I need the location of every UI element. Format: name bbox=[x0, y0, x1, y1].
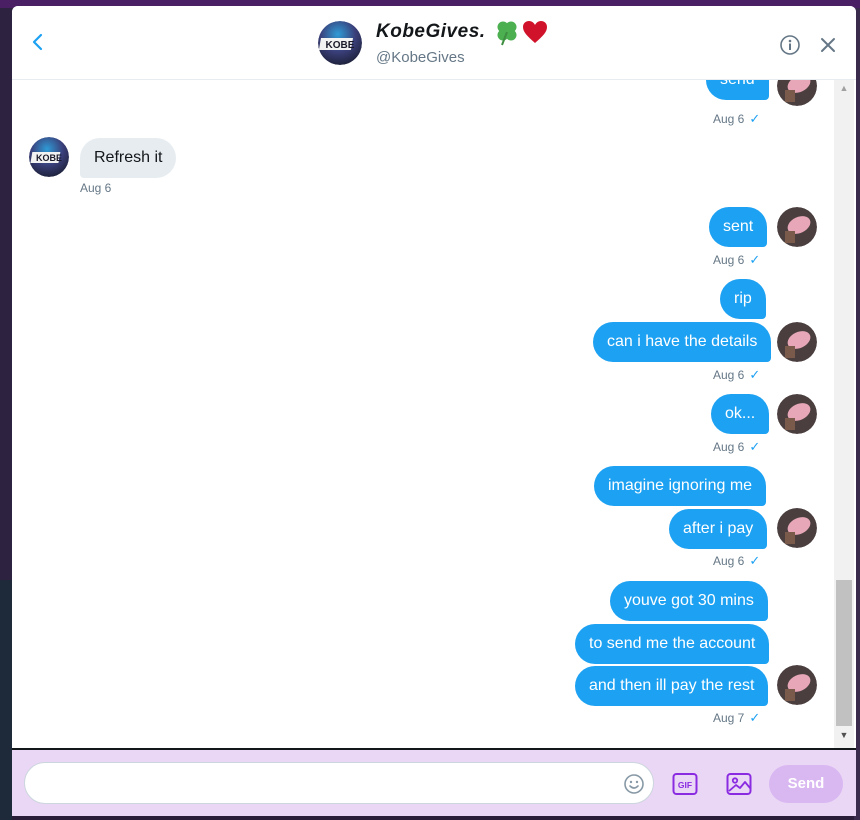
message-bubble-incoming[interactable]: Refresh it bbox=[80, 138, 177, 178]
message-timestamp: Aug 6 bbox=[80, 181, 112, 195]
gif-icon[interactable]: GIF bbox=[672, 772, 698, 796]
message-bubble-outgoing[interactable]: to send me the account bbox=[575, 624, 770, 664]
svg-text:KOBE: KOBE bbox=[326, 40, 355, 51]
avatar[interactable] bbox=[777, 508, 817, 548]
avatar[interactable] bbox=[777, 665, 817, 705]
message-bubble-outgoing[interactable]: send bbox=[706, 80, 769, 100]
image-icon[interactable] bbox=[726, 772, 752, 796]
conversation-title: KobeGives. bbox=[376, 21, 486, 42]
close-icon[interactable] bbox=[818, 35, 838, 55]
message-input-container[interactable] bbox=[24, 762, 654, 804]
backdrop-left-lower bbox=[0, 580, 12, 820]
red-heart-icon bbox=[521, 18, 549, 46]
avatar[interactable] bbox=[777, 322, 817, 362]
message-bubble-outgoing[interactable]: after i pay bbox=[669, 509, 768, 549]
message-bubble-outgoing[interactable]: and then ill pay the rest bbox=[575, 666, 769, 706]
message-thread: send Aug 6✓ KOBE Refresh it Aug 6 sent A… bbox=[12, 80, 832, 748]
message-input[interactable] bbox=[41, 773, 611, 795]
message-bubble-outgoing[interactable]: ok... bbox=[711, 394, 770, 434]
message-timestamp: Aug 6 ✓ bbox=[713, 553, 761, 568]
conversation-header: KOBE KobeGives. @KobeGives bbox=[12, 6, 856, 80]
message-timestamp: Aug 6 ✓ bbox=[713, 439, 761, 454]
message-timestamp: Aug 6 ✓ bbox=[713, 111, 761, 126]
message-bubble-outgoing[interactable]: can i have the details bbox=[593, 322, 772, 362]
message-bubble-outgoing[interactable]: imagine ignoring me bbox=[594, 466, 767, 506]
avatar[interactable] bbox=[777, 207, 817, 247]
message-timestamp: Aug 7 ✓ bbox=[713, 710, 761, 725]
scroll-down-arrow-icon[interactable]: ▼ bbox=[834, 728, 854, 742]
message-bubble-outgoing[interactable]: rip bbox=[720, 279, 766, 319]
four-leaf-clover-icon bbox=[493, 18, 521, 46]
message-bubble-outgoing[interactable]: youve got 30 mins bbox=[610, 581, 768, 621]
chevron-left-icon[interactable] bbox=[26, 30, 50, 54]
avatar[interactable] bbox=[777, 80, 817, 106]
svg-text:KOBE: KOBE bbox=[36, 153, 62, 163]
scrollbar-thumb[interactable] bbox=[836, 580, 852, 726]
svg-text:GIF: GIF bbox=[678, 780, 692, 790]
message-timestamp: Aug 6 ✓ bbox=[713, 367, 761, 382]
scroll-up-arrow-icon[interactable]: ▲ bbox=[834, 81, 854, 95]
message-composer: GIF Send bbox=[12, 748, 856, 816]
emoji-icon[interactable] bbox=[623, 773, 645, 795]
avatar[interactable] bbox=[777, 394, 817, 434]
message-bubble-outgoing[interactable]: sent bbox=[709, 207, 768, 247]
send-button[interactable]: Send bbox=[769, 765, 843, 803]
dm-conversation-modal: KOBE KobeGives. @KobeGives Aug 6 ✓ KOBE … bbox=[12, 6, 856, 816]
avatar[interactable]: KOBE bbox=[318, 21, 362, 65]
avatar[interactable]: KOBE bbox=[29, 137, 69, 177]
message-timestamp: Aug 6 ✓ bbox=[713, 252, 761, 267]
conversation-handle: @KobeGives bbox=[376, 49, 465, 66]
info-icon[interactable] bbox=[779, 34, 801, 56]
